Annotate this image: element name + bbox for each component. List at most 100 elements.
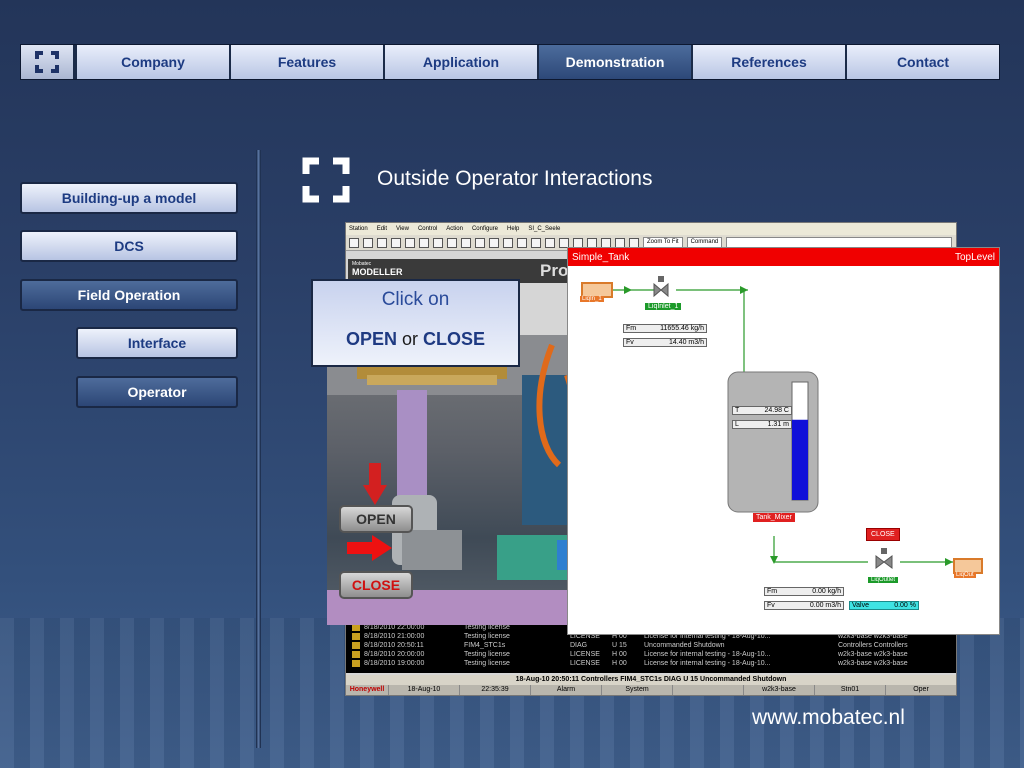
photo-open-button[interactable]: OPEN xyxy=(339,505,413,533)
liqinlet-label: LiqInlet_1 xyxy=(645,303,682,310)
nav-features[interactable]: Features xyxy=(229,45,383,79)
event-type: DIAG xyxy=(570,642,588,649)
toolbar-icon[interactable] xyxy=(377,237,387,248)
event-desc: License for internal testing - 18-Aug-10… xyxy=(644,651,771,658)
toolbar-icon[interactable] xyxy=(447,237,457,248)
fm2-label: Fm xyxy=(767,588,778,595)
toolbar-icon[interactable] xyxy=(503,237,513,248)
menu-edit[interactable]: Edit xyxy=(377,226,387,232)
toolbar-icon[interactable] xyxy=(433,237,443,248)
outlet-valve-icon xyxy=(875,548,893,569)
tank-window-title: Simple_Tank xyxy=(572,251,630,263)
toolbar-icon[interactable] xyxy=(489,237,499,248)
tank-mixer-label: Tank_Mixer xyxy=(753,513,795,522)
sidebar-item-interface[interactable]: Interface xyxy=(76,327,238,359)
instruction-callout: Click on OPEN or CLOSE xyxy=(311,279,520,367)
event-row[interactable]: 8/18/2010 19:00:00 Testing license LICEN… xyxy=(346,659,956,668)
toolbar-icon[interactable] xyxy=(601,237,611,248)
toolbar-icon[interactable] xyxy=(363,237,373,248)
close-valve-button[interactable]: CLOSE xyxy=(866,528,900,541)
event-desc: License for internal testing - 18-Aug-10… xyxy=(644,660,771,667)
event-priority: U 15 xyxy=(612,642,627,649)
menu-sic-seele[interactable]: SI_C_Seele xyxy=(528,226,560,232)
toolbar-icon[interactable] xyxy=(461,237,471,248)
callout-open: OPEN xyxy=(345,329,397,349)
status-station: Stn01 xyxy=(814,685,885,695)
tank-level-bar xyxy=(792,419,808,500)
menu-view[interactable]: View xyxy=(396,226,409,232)
sidebar-item-building-model[interactable]: Building-up a model xyxy=(20,182,238,214)
tank-vessel xyxy=(727,371,819,513)
event-priority: H 00 xyxy=(612,651,627,658)
temperature-readout: T 24.98 C xyxy=(732,406,792,415)
valve-position-readout: Valve 0.00 % xyxy=(849,601,919,610)
event-time: 8/18/2010 21:00:00 xyxy=(364,633,425,640)
sidebar-item-operator[interactable]: Operator xyxy=(76,376,238,408)
toolbar-icon[interactable] xyxy=(419,237,429,248)
fm2-readout: Fm 0.00 kg/h xyxy=(764,587,844,596)
app-brand: Mobatec xyxy=(352,261,372,267)
event-desc: Uncommanded Shutdown xyxy=(644,642,725,649)
process-flow-diagram xyxy=(610,276,953,569)
logo-home-button[interactable] xyxy=(21,45,75,79)
status-oper: Oper xyxy=(885,685,956,695)
level-readout: L 1.31 m xyxy=(732,420,792,429)
warning-icon xyxy=(352,642,360,649)
alarm-status-line: 18-Aug-10 20:50:11 Controllers FIM4_STC1… xyxy=(346,675,956,685)
sidebar-item-dcs[interactable]: DCS xyxy=(20,230,238,262)
toolbar-icon[interactable] xyxy=(615,237,625,248)
fv2-label: Fv xyxy=(767,602,775,609)
nav-demonstration[interactable]: Demonstration xyxy=(537,45,691,79)
fm-label: Fm xyxy=(626,325,637,332)
nav-references[interactable]: References xyxy=(691,45,845,79)
toolbar-icon[interactable] xyxy=(587,237,597,248)
toolbar-icon[interactable] xyxy=(545,237,555,248)
event-source: Testing license xyxy=(464,651,510,658)
toolbar-icon[interactable] xyxy=(391,237,401,248)
menu-action[interactable]: Action xyxy=(446,226,463,232)
menu-station[interactable]: Station xyxy=(349,226,368,232)
toolbar-icon[interactable] xyxy=(559,237,569,248)
menu-control[interactable]: Control xyxy=(418,226,437,232)
nav-application[interactable]: Application xyxy=(383,45,537,79)
fv-readout: Fv 14.40 m3/h xyxy=(623,338,707,347)
status-alarm[interactable]: Alarm xyxy=(530,685,601,695)
nav-company[interactable]: Company xyxy=(75,45,229,79)
toolbar-icon[interactable] xyxy=(629,237,639,248)
valve-value: 0.00 % xyxy=(894,602,916,609)
event-location: Controllers Controllers xyxy=(838,642,908,649)
warning-icon xyxy=(352,633,360,640)
toolbar-icon[interactable] xyxy=(349,237,359,248)
toolbar-icon[interactable] xyxy=(475,237,485,248)
app-label: MODELLER xyxy=(352,267,403,277)
toolbar-icon[interactable] xyxy=(405,237,415,248)
nav-contact[interactable]: Contact xyxy=(845,45,999,79)
toolbar-icon[interactable] xyxy=(573,237,583,248)
menu-help[interactable]: Help xyxy=(507,226,519,232)
website-url[interactable]: www.mobatec.nl xyxy=(752,706,905,730)
brackets-logo-icon xyxy=(302,157,350,203)
menu-configure[interactable]: Configure xyxy=(472,226,498,232)
page-title: Outside Operator Interactions xyxy=(377,167,653,190)
fm2-value: 0.00 kg/h xyxy=(812,588,841,595)
status-server: w2k3-base xyxy=(743,685,814,695)
event-time: 8/18/2010 20:50:11 xyxy=(364,642,424,649)
event-row[interactable]: 8/18/2010 20:50:11 FIM4_STC1s DIAG U 15 … xyxy=(346,641,956,650)
sidebar-item-field-operation[interactable]: Field Operation xyxy=(20,279,238,311)
toolbar-icon[interactable] xyxy=(517,237,527,248)
brackets-logo-icon xyxy=(35,51,59,73)
event-source: FIM4_STC1s xyxy=(464,642,506,649)
status-system[interactable]: System xyxy=(601,685,672,695)
app-menubar: Station Edit View Control Action Configu… xyxy=(346,223,956,235)
t-value: 24.98 C xyxy=(764,407,789,414)
l-label: L xyxy=(735,421,739,428)
toolbar-icon[interactable] xyxy=(531,237,541,248)
simple-tank-window: Simple_Tank TopLevel LiqIn_1 LiqInlet_1 … xyxy=(567,247,1000,635)
photo-close-button[interactable]: CLOSE xyxy=(339,571,413,599)
event-row[interactable]: 8/18/2010 20:00:00 Testing license LICEN… xyxy=(346,650,956,659)
liqin-label: LiqIn_1 xyxy=(580,296,604,302)
honeywell-logo: Honeywell xyxy=(349,686,385,693)
tank-window-body: LiqIn_1 LiqInlet_1 Fm 11655.46 kg/h Fv 1… xyxy=(568,266,999,634)
event-type: LICENSE xyxy=(570,651,600,658)
event-location: w2k3-base w2k3-base xyxy=(838,651,908,658)
